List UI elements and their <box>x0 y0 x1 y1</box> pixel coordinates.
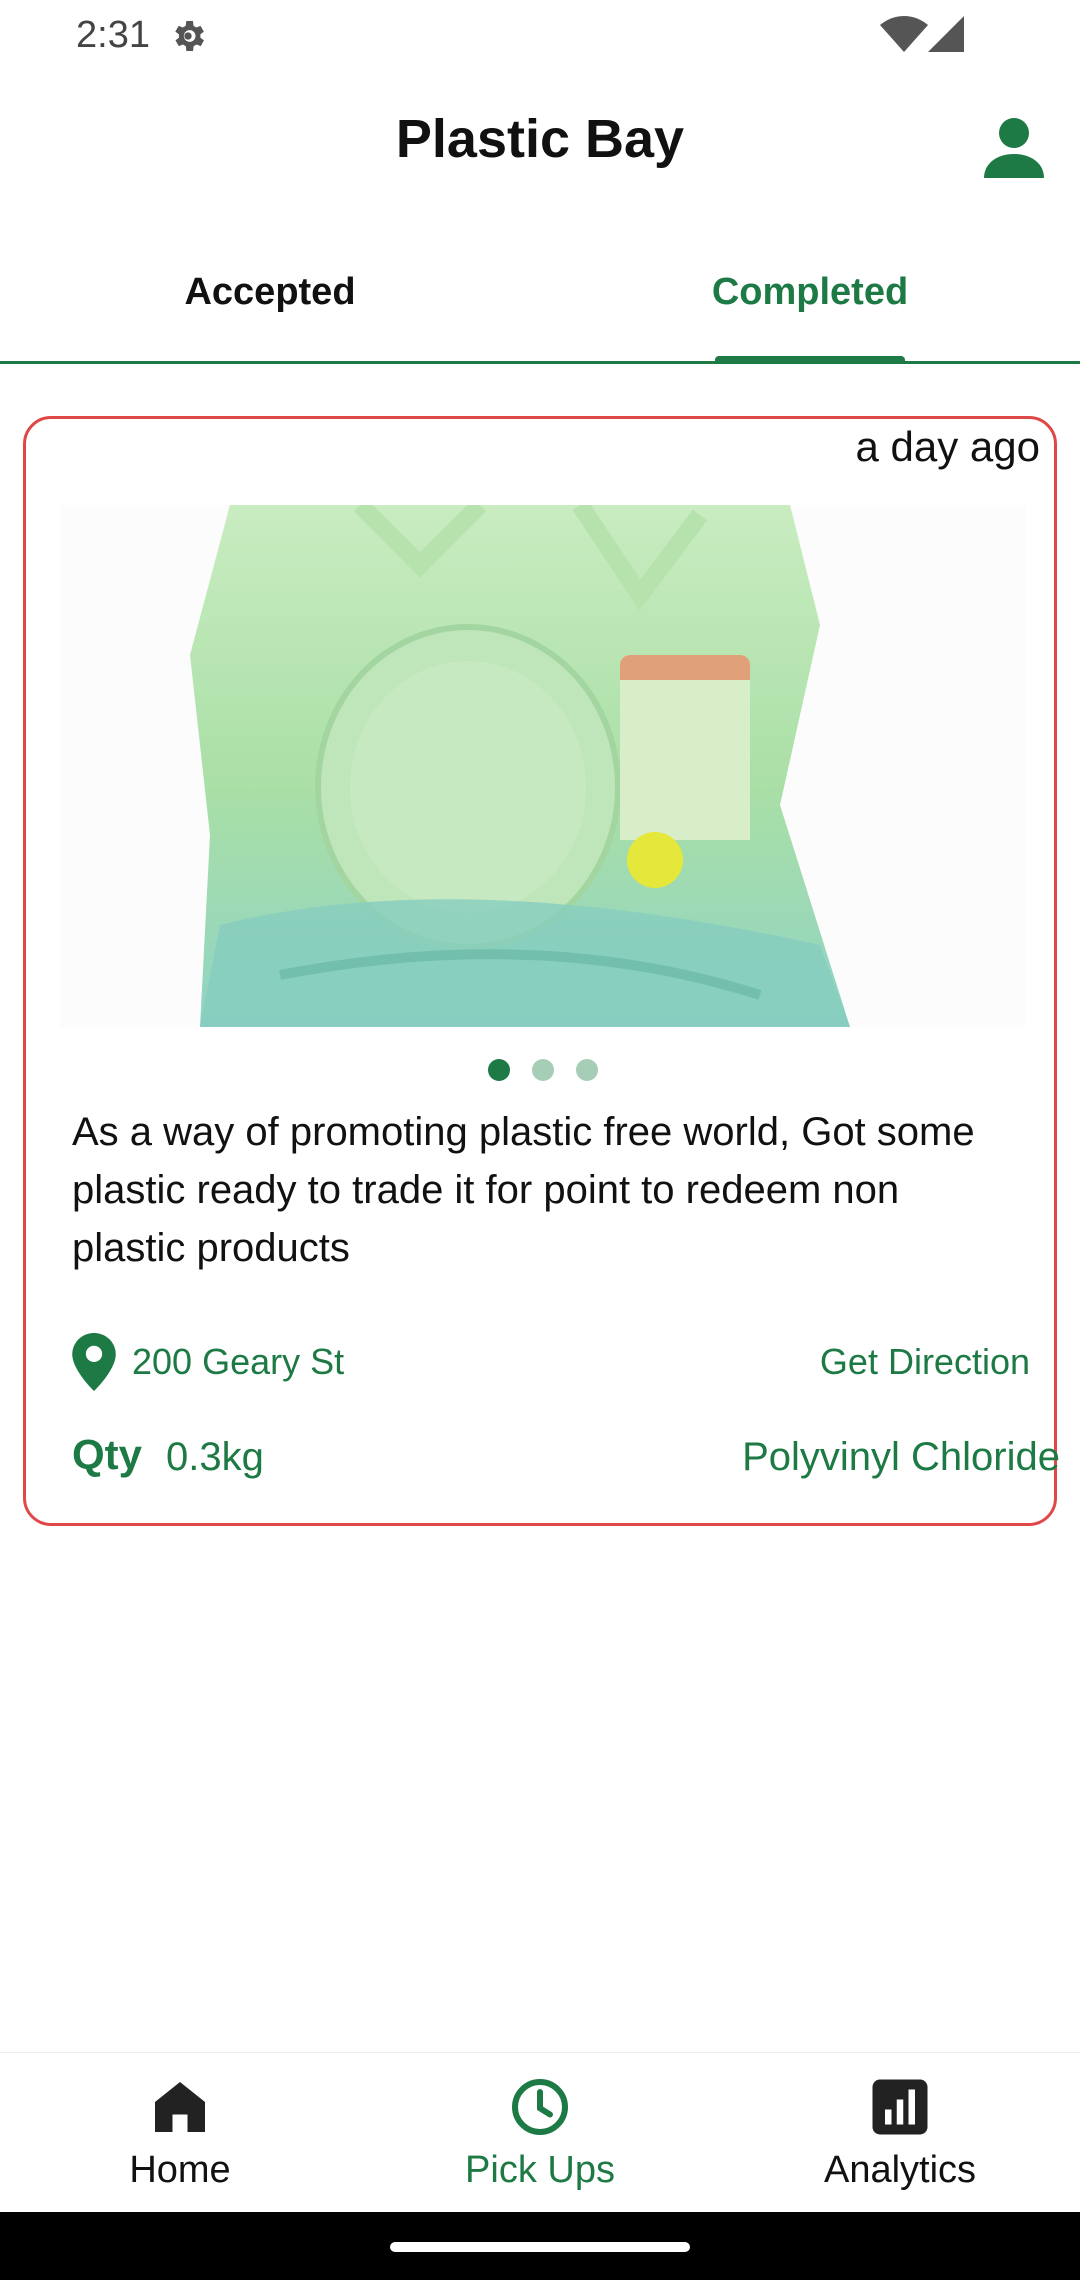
plastic-bag-photo <box>60 505 1026 1027</box>
tab-accepted[interactable]: Accepted <box>0 220 540 364</box>
plastic-bag-image[interactable] <box>60 505 1026 1027</box>
carousel-dot[interactable] <box>576 1059 598 1081</box>
carousel-indicator <box>26 1059 1060 1081</box>
home-gesture-handle[interactable] <box>390 2242 690 2252</box>
pickup-description: As a way of promoting plastic free world… <box>72 1110 975 1270</box>
time-ago: a day ago <box>855 423 1041 470</box>
app-bar: Plastic Bay <box>0 70 1080 220</box>
plastic-type: Polyvinyl Chloride <box>742 1435 1060 1479</box>
system-nav-bar <box>0 2212 1080 2280</box>
bar-chart-icon <box>872 2079 928 2135</box>
nav-analytics[interactable]: Analytics <box>720 2053 1080 2213</box>
qty-value: 0.3kg <box>166 1435 264 1479</box>
signal-icon <box>928 16 964 52</box>
location-pin-icon <box>72 1333 116 1391</box>
nav-pick-ups-label: Pick Ups <box>465 2149 615 2191</box>
pickup-address: 200 Geary St <box>132 1341 345 1382</box>
quantity-row: Qty 0.3kg Polyvinyl Chloride <box>50 1431 1060 1491</box>
tab-completed[interactable]: Completed <box>540 220 1080 364</box>
carousel-dot[interactable] <box>532 1059 554 1081</box>
home-icon <box>155 2082 205 2132</box>
gear-icon <box>175 21 204 51</box>
pickup-card[interactable]: a day ago As a way of promoting plastic … <box>23 416 1060 1526</box>
app-title: Plastic Bay <box>395 109 685 169</box>
status-bar: 2:31 <box>0 0 1080 70</box>
qty-label: Qty <box>72 1431 143 1478</box>
wifi-icon <box>880 16 928 52</box>
bottom-nav: Home Pick Ups Analytics <box>0 2052 1080 2212</box>
nav-home-label: Home <box>129 2149 231 2191</box>
nav-analytics-label: Analytics <box>823 2149 977 2191</box>
tab-selected-indicator <box>715 356 905 364</box>
nav-home[interactable]: Home <box>0 2053 360 2213</box>
clock-icon <box>512 2079 568 2135</box>
location-row: 200 Geary St Get Direction <box>50 1333 1030 1393</box>
person-icon[interactable] <box>978 112 1050 184</box>
tab-bar: Accepted Completed <box>0 220 1080 364</box>
nav-pick-ups[interactable]: Pick Ups <box>360 2053 720 2213</box>
carousel-dot[interactable] <box>488 1059 510 1081</box>
get-direction-link[interactable]: Get Direction <box>820 1341 1030 1383</box>
status-time: 2:31 <box>76 14 150 56</box>
